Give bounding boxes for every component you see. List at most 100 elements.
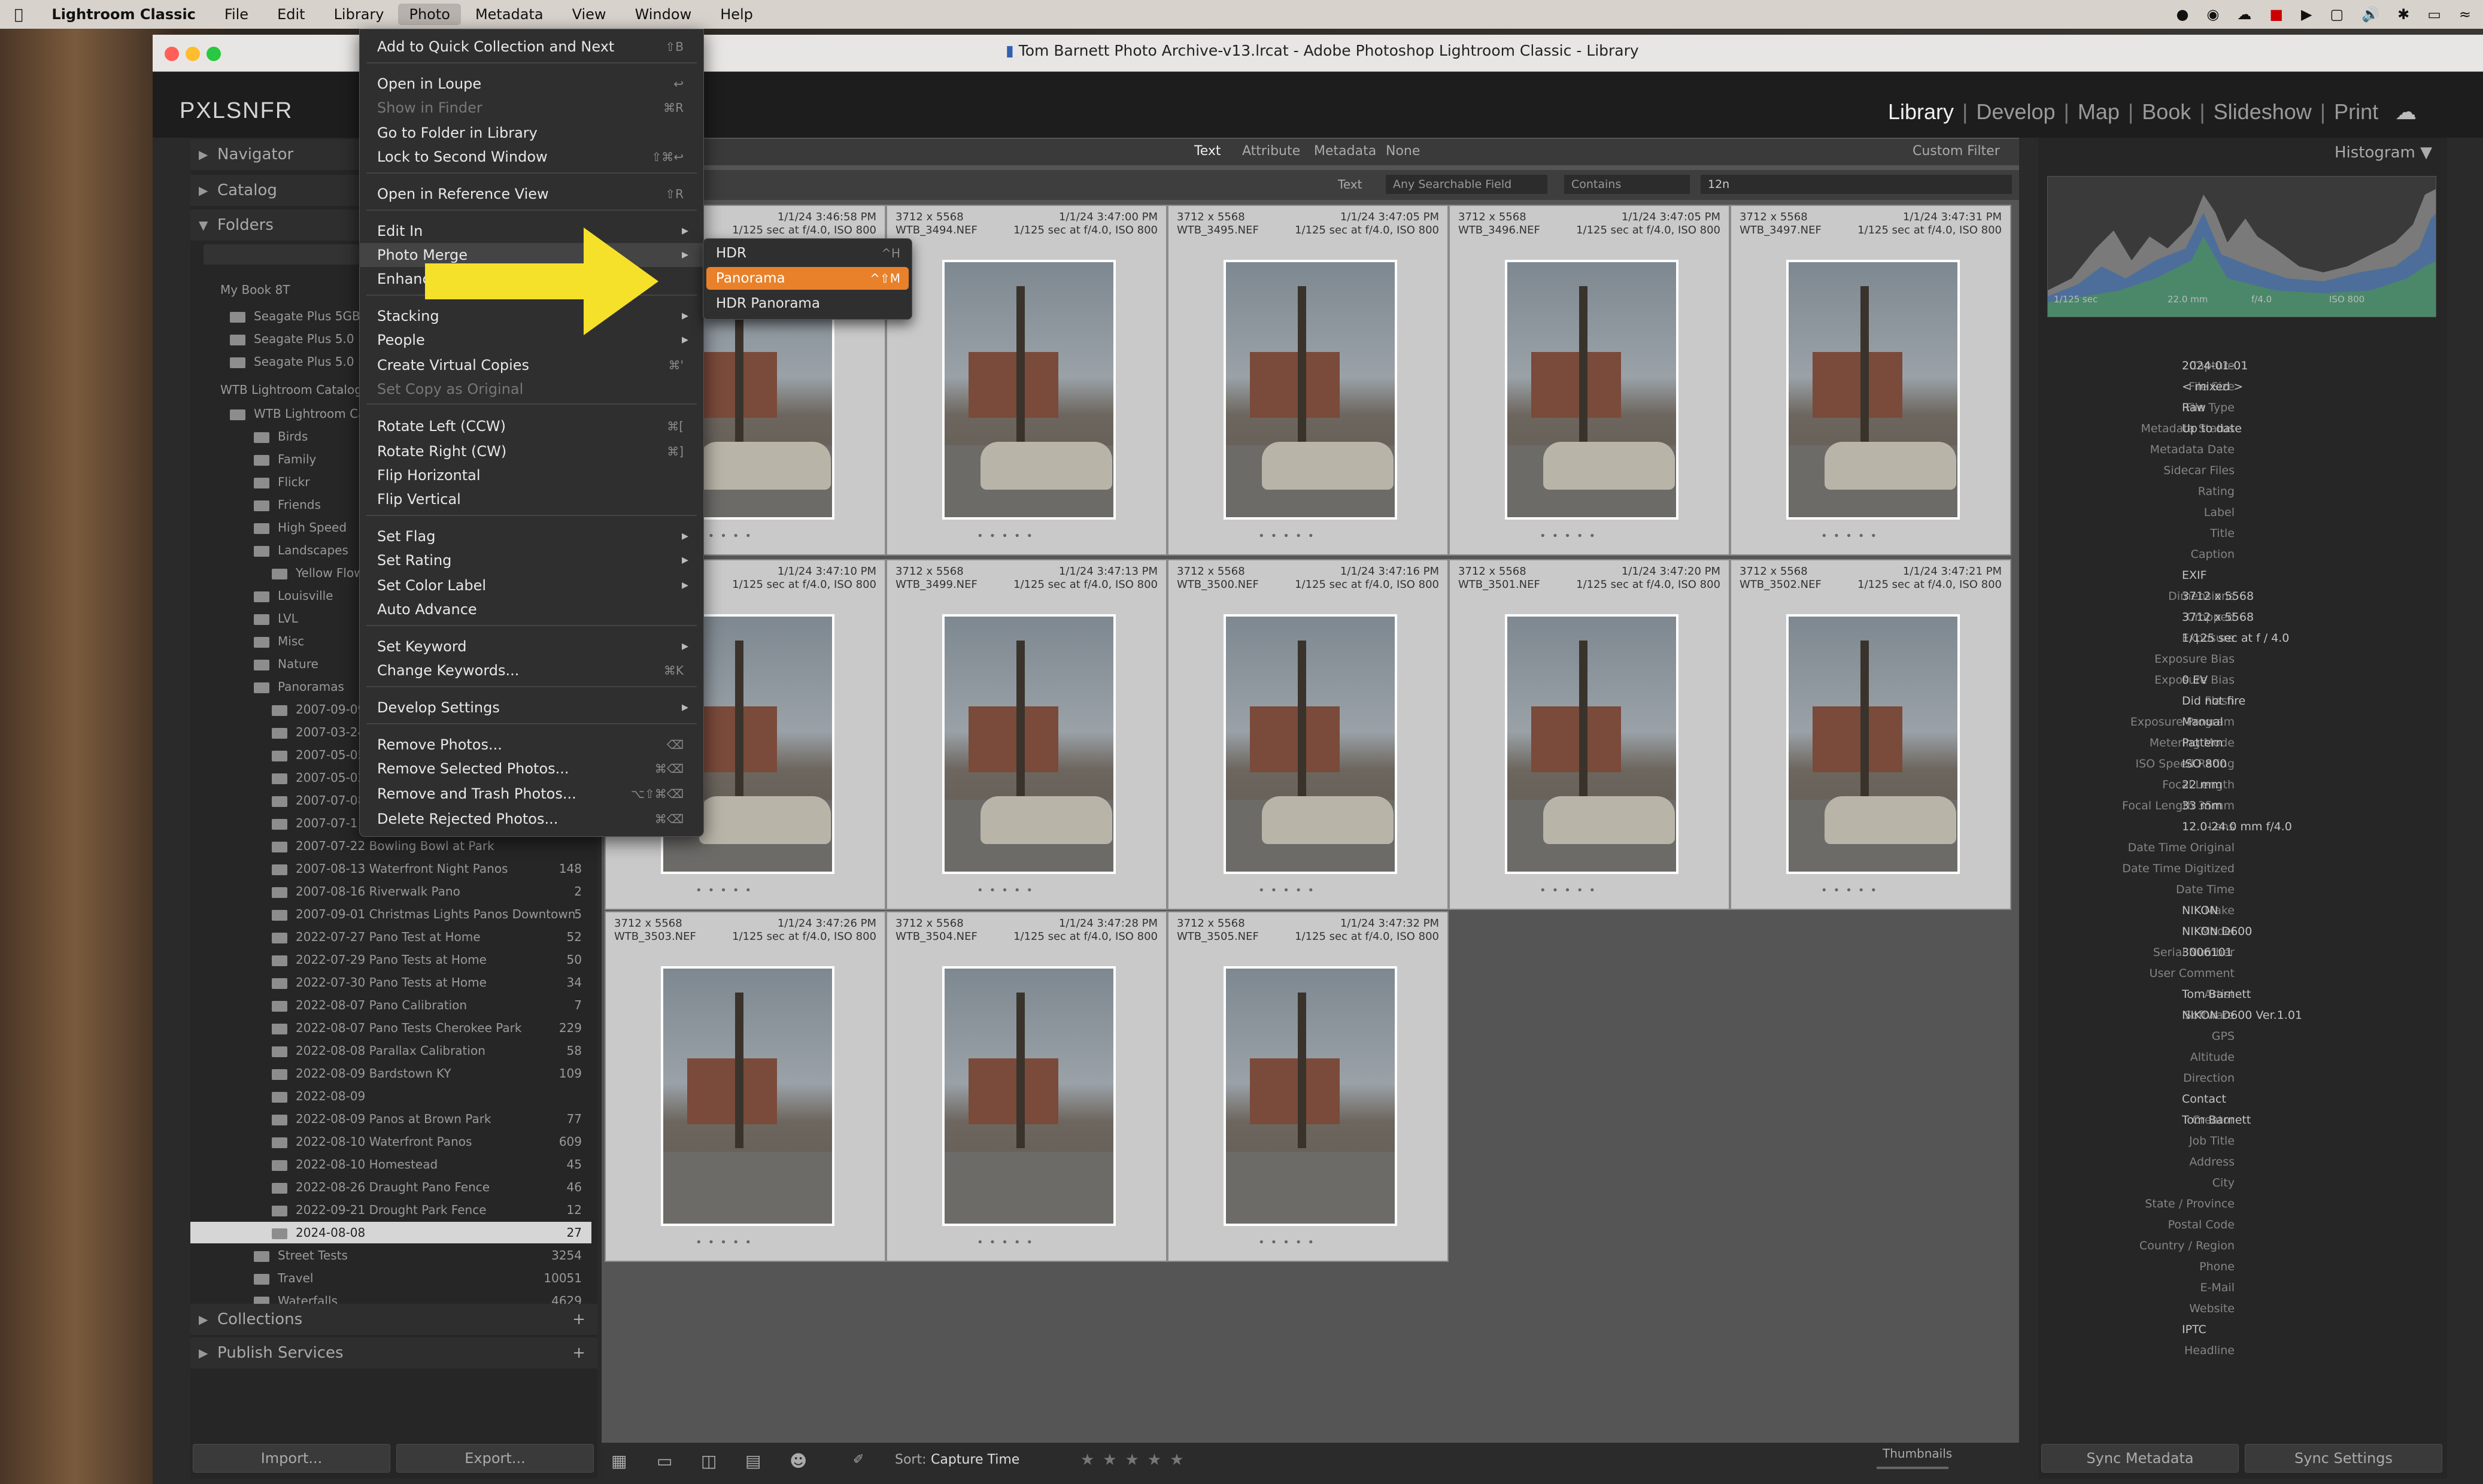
metadata-value[interactable]: 12.0-24.0 mm f/4.0 [2182,820,2292,833]
photo-menu-item[interactable]: Flip Horizontal [359,463,704,487]
cell-rating-dots[interactable]: ••••• [1258,1236,1320,1249]
photo-menu-item[interactable]: Create Virtual Copies ⌘' [359,353,704,377]
filter-tab-none[interactable]: None [1386,144,1420,159]
folder-row[interactable]: 2022-08-09 [190,1085,591,1107]
photo-menu-item[interactable]: Set Keyword ▸ [359,635,704,658]
menu-file[interactable]: File [210,6,263,23]
filter-preset[interactable]: Custom Filter [1913,144,2000,159]
metadata-value[interactable]: NIKON [2182,904,2218,917]
import-button[interactable]: Import... [193,1444,390,1473]
folder-row[interactable]: 2007-08-16 Riverwalk Pano 2 [190,881,591,902]
sort-dropdown[interactable]: Capture Time [931,1452,1019,1467]
folder-row[interactable]: 2022-08-08 Parallax Calibration 58 [190,1040,591,1061]
photo-menu-item[interactable]: Lock to Second Window ⇧⌘↩ [359,145,704,169]
folder-row[interactable]: 2022-09-21 Drought Park Fence 12 [190,1199,591,1221]
cell-rating-dots[interactable]: ••••• [977,530,1039,542]
metadata-value[interactable]: Up to date [2182,422,2242,435]
module-library[interactable]: Library [1880,99,1962,125]
photo-menu-item[interactable]: Set Color Label ▸ [359,573,704,597]
record-icon[interactable]: ■ [2269,6,2283,23]
sync-metadata-button[interactable]: Sync Metadata [2041,1444,2239,1473]
menu-metadata[interactable]: Metadata [461,6,558,23]
loupe-view-icon[interactable]: ▭ [657,1451,672,1471]
thumbnail-cell[interactable]: 3712 x 5568 1/1/24 3:47:20 PM WTB_3501.NEF… [1449,559,1730,910]
folder-row[interactable]: 2022-08-26 Draught Pano Fence 46 [190,1176,591,1198]
photo-thumbnail[interactable] [1224,966,1397,1226]
photo-menu-item[interactable]: Set Flag ▸ [359,524,704,548]
thumbnail-cell[interactable]: 3712 x 5568 1/1/24 3:47:28 PM WTB_3504.NEF… [886,911,1167,1262]
photo-menu-item[interactable]: Rotate Right (CW) ⌘] [359,439,704,463]
display-icon[interactable]: ▭ [2427,6,2441,23]
filter-tab-attribute[interactable]: Attribute [1242,144,1300,159]
folder-row[interactable]: 2022-08-09 Bardstown KY 109 [190,1063,591,1084]
rating-stars[interactable]: ★★★★★ [1080,1451,1192,1469]
folder-row[interactable]: 2022-07-30 Pano Tests at Home 34 [190,972,591,993]
metadata-value[interactable]: Manual [2182,715,2223,729]
folder-row[interactable]: Street Tests 3254 [190,1245,591,1266]
photo-thumbnail[interactable] [1224,614,1397,874]
folder-row[interactable]: 2022-08-07 Pano Tests Cherokee Park 229 [190,1017,591,1039]
metadata-value[interactable]: 3712 x 5568 [2182,590,2254,603]
photo-thumbnail[interactable] [1786,260,1960,520]
folder-row[interactable]: 2022-08-10 Homestead 45 [190,1154,591,1175]
collections-header[interactable]: ▶ Collections + [190,1304,597,1335]
menu-library[interactable]: Library [320,6,399,23]
zoom-window-button[interactable] [207,47,221,61]
thumbnail-cell[interactable]: 3712 x 5568 1/1/24 3:47:16 PM WTB_3500.NEF… [1167,559,1449,910]
thumbnail-cell[interactable]: 3712 x 5568 1/1/24 3:47:13 PM WTB_3499.NEF… [886,559,1167,910]
thumbnail-cell[interactable]: 3712 x 5568 1/1/24 3:47:00 PM WTB_3494.NEF… [886,205,1167,556]
metadata-value[interactable]: IPTC [2182,1323,2206,1336]
folder-row[interactable]: 2007-08-13 Waterfront Night Panos 148 [190,858,591,879]
menu-window[interactable]: Window [621,6,706,23]
photo-thumbnail[interactable] [1786,614,1960,874]
metadata-value[interactable]: < mixed > [2182,380,2243,393]
metadata-value[interactable]: 2024-01-01 [2182,359,2248,372]
metadata-value[interactable]: 3712 x 5568 [2182,611,2254,624]
metadata-value[interactable]: EXIF [2182,569,2207,582]
cloud-sync-icon[interactable]: ☁ [2387,99,2425,125]
cell-rating-dots[interactable]: ••••• [1540,530,1601,542]
photo-menu-item[interactable]: Set Rating ▸ [359,548,704,572]
folder-row[interactable]: 2022-08-09 Panos at Brown Park 77 [190,1108,591,1130]
metadata-value[interactable]: 1/125 sec at f / 4.0 [2182,632,2289,645]
photo-thumbnail[interactable] [1505,260,1678,520]
folder-row[interactable]: 2007-07-22 Bowling Bowl at Park [190,835,591,857]
cell-rating-dots[interactable]: ••••• [977,884,1039,897]
metadata-value[interactable]: 0 EV [2182,673,2208,687]
people-view-icon[interactable]: ☻ [790,1451,807,1471]
folder-row[interactable]: 2022-07-29 Pano Tests at Home 50 [190,949,591,970]
filter-tab-text[interactable]: Text [1194,144,1221,159]
photo-menu-item[interactable]: Rotate Left (CCW) ⌘[ [359,414,704,438]
wifi-icon[interactable]: ≈ [2459,6,2471,23]
search-input[interactable]: 12n [1701,175,2012,194]
thumbnail-cell[interactable]: 3712 x 5568 1/1/24 3:47:26 PM WTB_3503.NEF… [605,911,886,1262]
cell-rating-dots[interactable]: ••••• [1821,884,1883,897]
folder-row[interactable]: 2007-09-01 Christmas Lights Panos Downto… [190,903,591,925]
survey-view-icon[interactable]: ▤ [745,1451,761,1471]
filter-tab-metadata[interactable]: Metadata [1314,144,1376,159]
photo-menu-item[interactable]: Flip Vertical [359,487,704,511]
export-button[interactable]: Export... [396,1444,594,1473]
app-status-icon[interactable]: ● [2176,6,2188,23]
submenu-panorama[interactable]: Panorama ^⇧M [706,267,909,290]
submenu-hdr[interactable]: HDR ^H [706,242,909,265]
folder-row[interactable]: 2024-08-08 27 [190,1222,591,1243]
close-window-button[interactable] [165,47,179,61]
metadata-value[interactable]: NIKON D600 Ver.1.01 [2182,1009,2302,1022]
cell-rating-dots[interactable]: ••••• [1540,884,1601,897]
module-print[interactable]: Print [2326,99,2387,125]
cell-rating-dots[interactable]: ••••• [696,1236,757,1249]
photo-thumbnail[interactable] [1505,614,1678,874]
menu-photo[interactable]: Photo [398,4,461,25]
extension-icon[interactable]: ◉ [2206,6,2219,23]
folder-row[interactable]: 2022-08-10 Waterfront Panos 609 [190,1131,591,1152]
cell-rating-dots[interactable]: ••••• [696,884,757,897]
cell-rating-dots[interactable]: ••••• [1821,530,1883,542]
menu-view[interactable]: View [558,6,621,23]
sync-settings-button[interactable]: Sync Settings [2245,1444,2442,1473]
photo-menu-item[interactable]: Open in Loupe ↩ [359,72,704,96]
metadata-value[interactable]: Did not fire [2182,694,2245,708]
metadata-value[interactable]: Tom Barnett [2182,1113,2251,1127]
photo-menu-item[interactable]: Change Keywords... ⌘K [359,658,704,682]
volume-icon[interactable]: 🔊 [2361,6,2379,23]
